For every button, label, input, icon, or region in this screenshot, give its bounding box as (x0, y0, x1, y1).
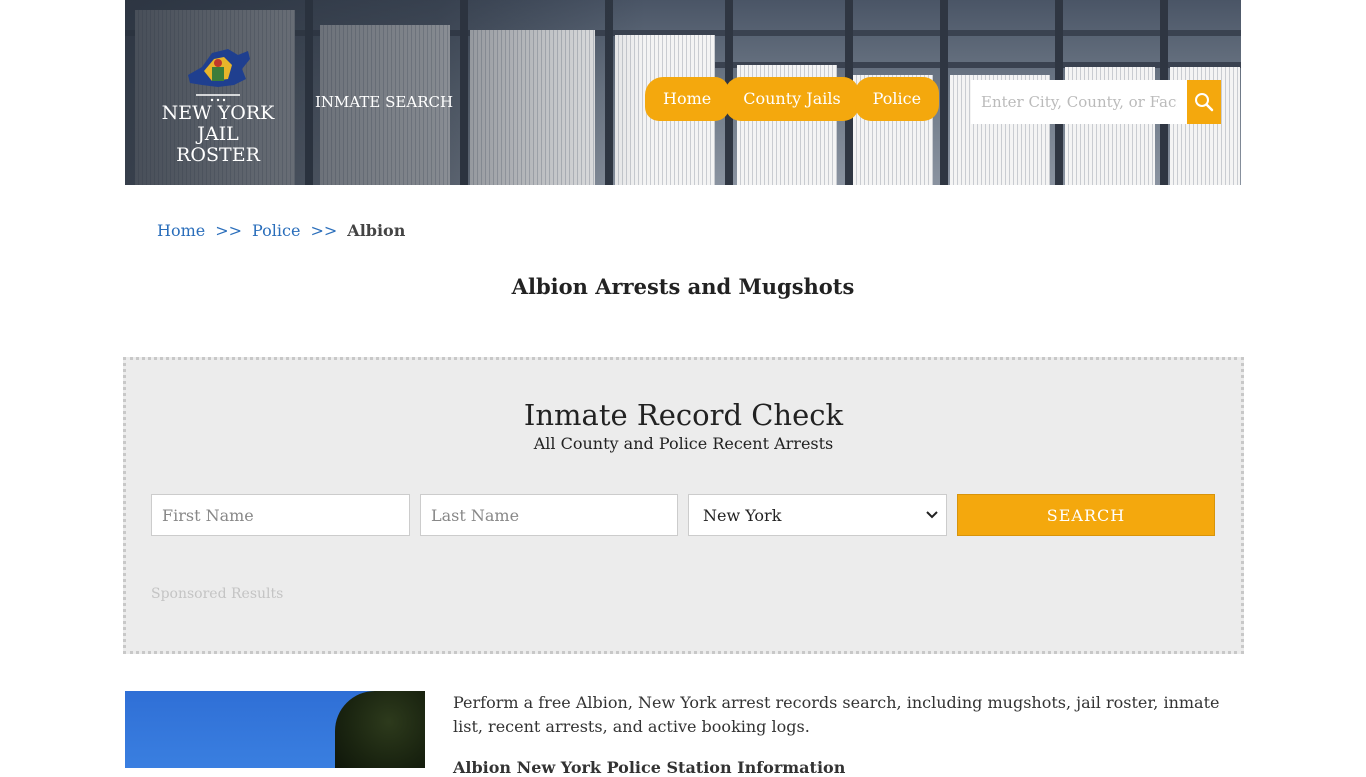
site-search (971, 80, 1221, 124)
shelf-divider (940, 0, 948, 185)
site-search-button[interactable] (1187, 80, 1221, 124)
inmate-search-link[interactable]: INMATE SEARCH (315, 93, 453, 111)
record-check-title: Inmate Record Check (523, 398, 844, 432)
nav-county-jails[interactable]: County Jails (725, 77, 859, 121)
state-select-value: New York (703, 505, 782, 525)
main-nav: Home County Jails Police (645, 77, 940, 121)
breadcrumb-separator: >> (310, 221, 338, 240)
page-title: Albion Arrests and Mugshots (511, 274, 855, 299)
site-search-input[interactable] (971, 80, 1187, 124)
logo-line-2: JAIL ROSTER (176, 123, 260, 166)
nav-police[interactable]: Police (854, 77, 940, 121)
state-seal-icon (188, 49, 250, 102)
breadcrumb-police[interactable]: Police (252, 221, 300, 240)
header-banner: NEW YORK JAIL ROSTER INMATE SEARCH Home … (125, 0, 1241, 185)
breadcrumb: Home >> Police >> Albion (157, 221, 405, 240)
breadcrumb-home[interactable]: Home (157, 221, 205, 240)
intro-text: Perform a free Albion, New York arrest r… (453, 693, 1220, 736)
site-logo[interactable]: NEW YORK JAIL ROSTER (153, 45, 283, 166)
record-search-button[interactable]: SEARCH (957, 494, 1215, 536)
albion-photo (125, 691, 425, 768)
first-name-input[interactable] (151, 494, 410, 536)
record-check-subtitle: All County and Police Recent Arrests (533, 434, 834, 453)
breadcrumb-current: Albion (347, 221, 406, 240)
last-name-input[interactable] (420, 494, 678, 536)
logo-line-1: NEW YORK (161, 102, 275, 124)
inmate-record-check: Inmate Record Check All County and Polic… (123, 357, 1244, 654)
tree-image (335, 691, 425, 768)
breadcrumb-separator: >> (215, 221, 243, 240)
chevron-down-icon (926, 511, 938, 519)
state-select[interactable]: New York (688, 494, 947, 536)
sponsored-label: Sponsored Results (151, 586, 284, 602)
search-icon (1195, 93, 1214, 112)
nav-home[interactable]: Home (645, 77, 730, 121)
